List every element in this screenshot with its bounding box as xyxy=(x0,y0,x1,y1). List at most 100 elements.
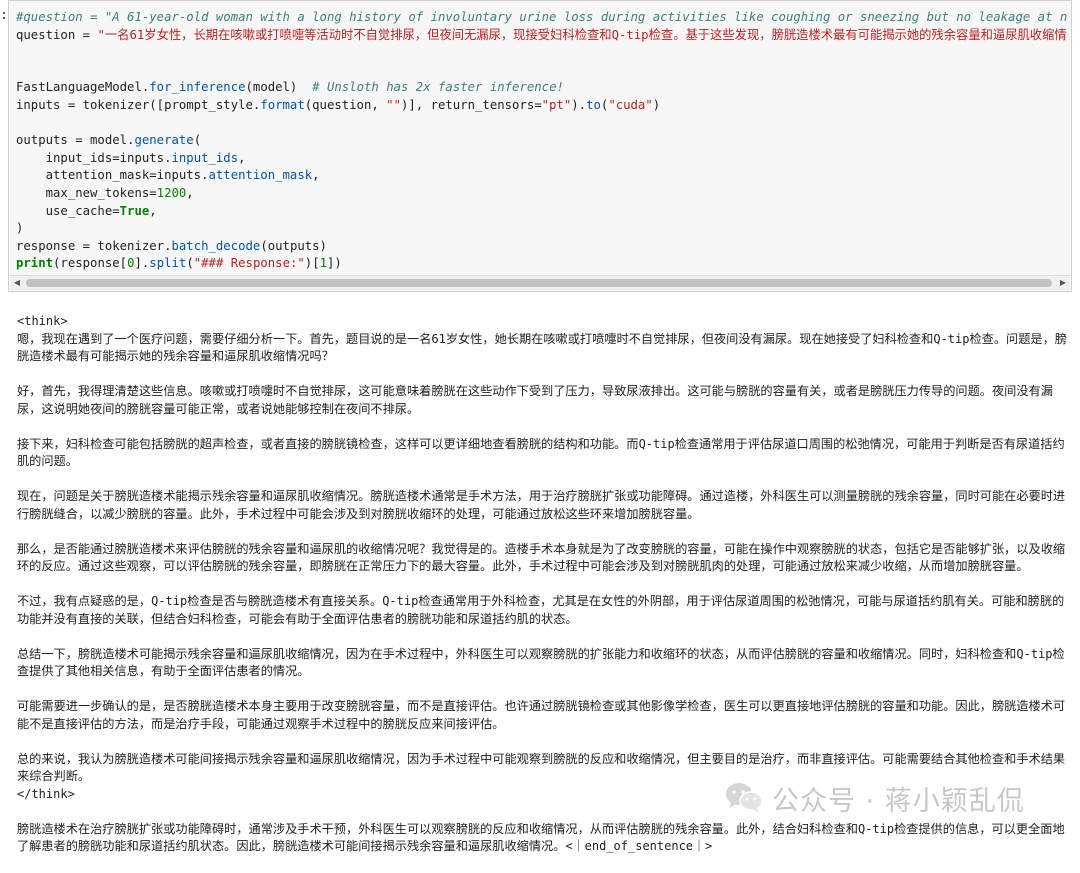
code-token: , xyxy=(238,150,246,165)
inline-code: 61 xyxy=(431,331,446,346)
code-token: "pt" xyxy=(541,97,572,112)
code-token: ). xyxy=(571,97,587,112)
code-token: 1200 xyxy=(156,185,187,200)
code-token: question = xyxy=(16,27,98,42)
code-token: ]) xyxy=(327,256,342,271)
code-token: (question, xyxy=(304,97,387,112)
code-token: 61 xyxy=(129,27,145,42)
code-line: print(response[0].split("### Response:")… xyxy=(16,255,1067,273)
inline-code: <｜end_of_sentence｜> xyxy=(565,839,713,853)
code-line: response = tokenizer.batch_decode(output… xyxy=(16,238,1067,256)
code-cell[interactable]: #question = "A 61-year-old woman with a … xyxy=(8,0,1072,292)
code-token: Q-tip xyxy=(611,27,649,42)
code-token: True xyxy=(119,203,150,218)
code-token: max_new_tokens= xyxy=(16,185,157,200)
code-token: ( xyxy=(193,133,202,148)
code-token: , xyxy=(186,185,194,200)
cell-output: <think> 嗯，我现在遇到了一个医疗问题，需要仔细分析一下。首先，题目说的是… xyxy=(17,313,1072,873)
code-line: outputs = model.generate( xyxy=(16,132,1067,150)
code-line: ) xyxy=(16,220,1067,238)
code-token: 岁女性，长期在咳嗽或打喷嚏等活动时不自觉排尿，但夜间无漏尿，现接受妇科检查和 xyxy=(144,27,612,42)
think-close-tag: </think> xyxy=(17,786,75,801)
code-token: ( xyxy=(186,256,194,271)
reasoning-paragraph: 不过，我有点疑惑的是，Q-tip检查是否与膀胱造楼术有直接关系。Q-tip检查通… xyxy=(17,593,1072,628)
code-token: generate xyxy=(134,133,194,148)
code-token: input_ids xyxy=(171,150,239,165)
code-token: for_inference xyxy=(149,80,246,95)
scroll-left-arrow-icon[interactable]: ◀ xyxy=(10,276,24,290)
code-token: format xyxy=(260,97,305,112)
inline-code: Q-tip xyxy=(382,594,419,608)
text-run: 可能需要进一步确认的是，是否膀胱造楼术本身主要用于改变膀胱容量，而不是直接评估。… xyxy=(17,699,1066,731)
text-run: 膀胱造楼术在治疗膀胱扩张或功能障碍时，通常涉及手术干预，外科医生可以观察膀胱的反… xyxy=(17,821,858,836)
code-editor[interactable]: #question = "A 61-year-old woman with a … xyxy=(16,9,1067,277)
horizontal-scrollbar[interactable]: ◀ ▶ xyxy=(10,275,1070,290)
inline-code: Q-tip xyxy=(1016,646,1053,661)
scrollbar-thumb[interactable] xyxy=(26,279,1052,287)
code-token: (model) xyxy=(245,80,313,95)
text-run: 总的来说，我认为膀胱造楼术可能间接揭示残余容量和逼尿肌收缩情况，因为手术过程中可… xyxy=(17,751,1066,784)
code-token: # Unsloth has 2x faster inference! xyxy=(312,80,564,95)
code-token: ]. xyxy=(134,256,150,271)
code-token: )[ xyxy=(304,256,320,271)
code-token: input_ids=inputs. xyxy=(16,150,172,165)
code-token: FastLanguageModel. xyxy=(16,80,150,95)
code-line: input_ids=inputs.input_ids, xyxy=(16,150,1067,168)
text-run: 不过，我有点疑惑的是， xyxy=(17,594,152,608)
code-line: #question = "A 61-year-old woman with a … xyxy=(16,9,1067,27)
inline-code: Q-tip xyxy=(151,594,188,608)
code-token: attention_mask xyxy=(208,168,313,183)
code-token: 检查。基于这些发现，膀胱造楼术最有可能揭示她的残余容量和逼尿肌收缩情 xyxy=(648,27,1067,42)
think-open-tag: <think> xyxy=(17,314,68,328)
code-line: question = "一名61岁女性，长期在咳嗽或打喷嚏等活动时不自觉排尿，但… xyxy=(16,27,1067,45)
code-token: print xyxy=(16,256,54,271)
code-line: attention_mask=inputs.attention_mask, xyxy=(16,167,1067,185)
code-token: (response[ xyxy=(53,256,128,271)
final-answer: 膀胱造楼术在治疗膀胱扩张或功能障碍时，通常涉及手术干预，外科医生可以观察膀胱的反… xyxy=(17,821,1072,856)
text-run: 那么，是否能通过膀胱造楼术来评估膀胱的残余容量和逼尿肌的收缩情况呢？我觉得是的。… xyxy=(17,541,1066,574)
code-line: FastLanguageModel.for_inference(model) #… xyxy=(16,79,1067,97)
text-run: 检查是否与膀胱造楼术有直接关系。 xyxy=(187,594,383,608)
code-token: response = tokenizer. xyxy=(16,238,172,253)
code-token: split xyxy=(149,256,187,271)
inline-code: Q-tip xyxy=(933,331,970,346)
code-token: to xyxy=(586,97,601,112)
code-token: " xyxy=(97,27,105,42)
code-token: 1 xyxy=(319,256,328,271)
code-token: "" xyxy=(386,97,401,112)
inline-code: Q-tip xyxy=(857,821,895,836)
text-run: 岁女性，她长期在咳嗽或打喷嚏时不自觉排尿，但夜间没有漏尿。现在她接受了妇科检查和 xyxy=(445,331,934,346)
code-token: batch_decode xyxy=(171,238,261,253)
reasoning-paragraph: 总的来说，我认为膀胱造楼术可能间接揭示残余容量和逼尿肌收缩情况，因为手术过程中可… xyxy=(17,751,1072,786)
cell-prompt-marker: : xyxy=(0,8,8,23)
reasoning-paragraph: 可能需要进一步确认的是，是否膀胱造楼术本身主要用于改变膀胱容量，而不是直接评估。… xyxy=(17,698,1072,733)
code-token: use_cache= xyxy=(16,203,120,218)
code-token: "### Response:" xyxy=(193,256,305,271)
code-line: use_cache=True, xyxy=(16,203,1067,221)
text-run: 总结一下，膀胱造楼术可能揭示残余容量和逼尿肌收缩情况，因为在手术过程中，外科医生… xyxy=(17,646,1017,661)
reasoning-paragraph: 现在，问题是关于膀胱造楼术能揭示残余容量和逼尿肌收缩情况。膀胱造楼术通常是手术方… xyxy=(17,488,1072,523)
code-token: ) xyxy=(16,221,24,236)
reasoning-paragraph: 嗯，我现在遇到了一个医疗问题，需要仔细分析一下。首先，题目说的是一名61岁女性，… xyxy=(17,331,1072,366)
code-token: inputs = tokenizer([prompt_style. xyxy=(16,97,261,112)
code-token: 一名 xyxy=(104,27,130,42)
scroll-right-arrow-icon[interactable]: ▶ xyxy=(1056,276,1070,290)
inline-code: Q-tip xyxy=(638,436,675,451)
code-token: ) xyxy=(652,97,661,112)
code-token: )], return_tensors= xyxy=(400,97,542,112)
code-token: outputs = model. xyxy=(16,133,135,148)
code-token: (outputs) xyxy=(260,238,327,253)
reasoning-paragraphs: 嗯，我现在遇到了一个医疗问题，需要仔细分析一下。首先，题目说的是一名61岁女性，… xyxy=(17,331,1072,786)
reasoning-paragraph: 好，首先，我得理清楚这些信息。咳嗽或打喷嚏时不自觉排尿，这可能意味着膀胱在这些动… xyxy=(17,383,1072,418)
code-token: attention_mask=inputs. xyxy=(16,168,209,183)
code-token: , xyxy=(149,203,157,218)
text-run: 接下来，妇科检查可能包括膀胱的超声检查，或者直接的膀胱镜检查，这样可以更详细地查… xyxy=(17,436,639,451)
code-token: "cuda" xyxy=(608,97,653,112)
reasoning-paragraph: 接下来，妇科检查可能包括膀胱的超声检查，或者直接的膀胱镜检查，这样可以更详细地查… xyxy=(17,436,1072,471)
code-token: , xyxy=(312,168,320,183)
code-token: #question = "A 61-year-old woman with a … xyxy=(16,10,1067,24)
text-run: 现在，问题是关于膀胱造楼术能揭示残余容量和逼尿肌收缩情况。膀胱造楼术通常是手术方… xyxy=(17,489,1066,521)
